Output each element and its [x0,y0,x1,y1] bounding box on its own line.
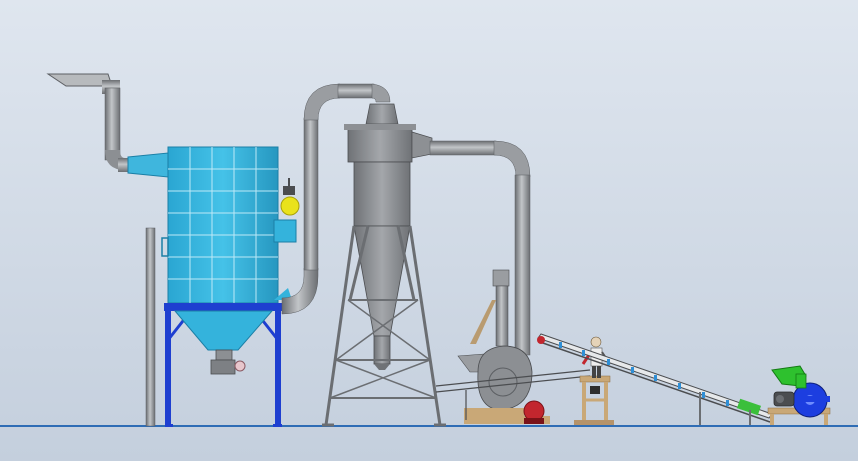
industrial-plant-scene [0,0,858,461]
mill-motor [773,391,795,407]
bag-filter-dust-collector [161,146,297,304]
fan-motor [523,400,545,424]
background [0,0,858,461]
ground-line [0,425,858,427]
standalone-post [145,227,156,427]
